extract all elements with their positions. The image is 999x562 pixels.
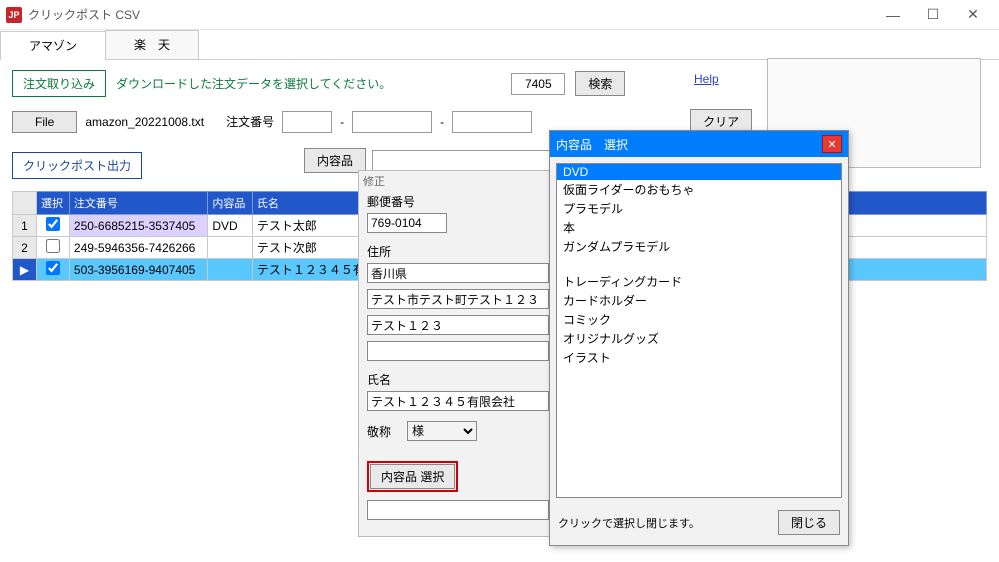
address4-input[interactable] (367, 341, 549, 361)
minimize-button[interactable]: — (873, 1, 913, 29)
dialog-note: クリックで選択し閉じます。 (558, 515, 768, 531)
list-item[interactable]: トレーディングカード (557, 272, 841, 291)
highlight-frame: 内容品 選択 (367, 461, 458, 492)
dialog-close-button[interactable]: 閉じる (778, 510, 840, 535)
close-button[interactable]: ✕ (953, 1, 993, 29)
list-item[interactable]: イラスト (557, 348, 841, 367)
row-select-cell[interactable] (37, 215, 70, 237)
row-content (208, 259, 253, 281)
content-item-input[interactable] (372, 150, 552, 172)
list-item[interactable]: カードホルダー (557, 291, 841, 310)
row-checkbox[interactable] (46, 239, 60, 253)
row-checkbox[interactable] (46, 261, 60, 275)
order-no-part2[interactable] (352, 111, 432, 133)
row-content (208, 237, 253, 259)
maximize-button[interactable]: ☐ (913, 1, 953, 29)
dialog-title: 内容品 選択 (556, 136, 822, 153)
list-item[interactable] (557, 256, 841, 272)
col-order-no[interactable]: 注文番号 (69, 192, 207, 215)
row-order-no: 503-3956169-9407405 (69, 259, 207, 281)
row-content: DVD (208, 215, 253, 237)
row-header[interactable]: 1 (13, 215, 37, 237)
order-no-part3[interactable] (452, 111, 532, 133)
order-no-part1[interactable] (282, 111, 332, 133)
row-checkbox[interactable] (46, 217, 60, 231)
edit-panel: 修正 郵便番号 住所 氏名 敬称 様 内容品 選択 (358, 170, 558, 537)
row-header[interactable]: 2 (13, 237, 37, 259)
honorific-label: 敬称 (367, 423, 391, 440)
table-corner (13, 192, 37, 215)
address-label: 住所 (367, 243, 549, 260)
content-list[interactable]: DVD仮面ライダーのおもちゃプラモデル本ガンダムプラモデル トレーディングカード… (556, 163, 842, 498)
address2-input[interactable] (367, 289, 549, 309)
dash2: - (440, 115, 444, 129)
loaded-file-name: amazon_20221008.txt (85, 115, 204, 129)
honorific-select[interactable]: 様 (407, 421, 477, 441)
col-content[interactable]: 内容品 (208, 192, 253, 215)
list-item[interactable]: 仮面ライダーのおもちゃ (557, 180, 841, 199)
help-link[interactable]: Help (694, 72, 719, 86)
list-item[interactable]: DVD (557, 164, 841, 180)
row-header[interactable]: ▶ (13, 259, 37, 281)
search-button[interactable]: 検索 (575, 71, 625, 96)
content-selected-input[interactable] (367, 500, 549, 520)
dialog-close-icon[interactable]: ✕ (822, 135, 842, 153)
row-order-no: 250-6685215-3537405 (69, 215, 207, 237)
file-button[interactable]: File (12, 111, 77, 133)
clickpost-output-button[interactable]: クリックポスト出力 (12, 152, 142, 179)
window-title: クリックポスト CSV (28, 6, 873, 23)
tab-amazon[interactable]: アマゾン (0, 31, 106, 60)
title-bar: JP クリックポスト CSV — ☐ ✕ (0, 0, 999, 30)
import-instruction: ダウンロードした注文データを選択してください。 (116, 75, 391, 92)
list-item[interactable]: プラモデル (557, 199, 841, 218)
postal-input[interactable] (367, 213, 447, 233)
postal-label: 郵便番号 (367, 193, 549, 210)
address1-input[interactable] (367, 263, 549, 283)
dash1: - (340, 115, 344, 129)
content-item-button[interactable]: 内容品 (304, 148, 366, 173)
list-item[interactable]: オリジナルグッズ (557, 329, 841, 348)
app-icon: JP (6, 7, 22, 23)
content-select-button[interactable]: 内容品 選択 (370, 464, 455, 489)
dialog-titlebar[interactable]: 内容品 選択 ✕ (550, 131, 848, 157)
search-input[interactable] (511, 73, 565, 95)
order-number-label: 注文番号 (226, 113, 274, 130)
row-select-cell[interactable] (37, 259, 70, 281)
col-select[interactable]: 選択 (37, 192, 70, 215)
row-select-cell[interactable] (37, 237, 70, 259)
name-input[interactable] (367, 391, 549, 411)
content-select-dialog: 内容品 選択 ✕ DVD仮面ライダーのおもちゃプラモデル本ガンダムプラモデル ト… (549, 130, 849, 546)
marketplace-tabs: アマゾン 楽 天 (0, 30, 999, 60)
name-label: 氏名 (367, 371, 549, 388)
tab-rakuten[interactable]: 楽 天 (105, 30, 199, 59)
list-item[interactable]: 本 (557, 218, 841, 237)
list-item[interactable]: ガンダムプラモデル (557, 237, 841, 256)
row-order-no: 249-5946356-7426266 (69, 237, 207, 259)
edit-panel-title: 修正 (363, 173, 385, 189)
address3-input[interactable] (367, 315, 549, 335)
list-item[interactable]: コミック (557, 310, 841, 329)
import-orders-button[interactable]: 注文取り込み (12, 70, 106, 97)
